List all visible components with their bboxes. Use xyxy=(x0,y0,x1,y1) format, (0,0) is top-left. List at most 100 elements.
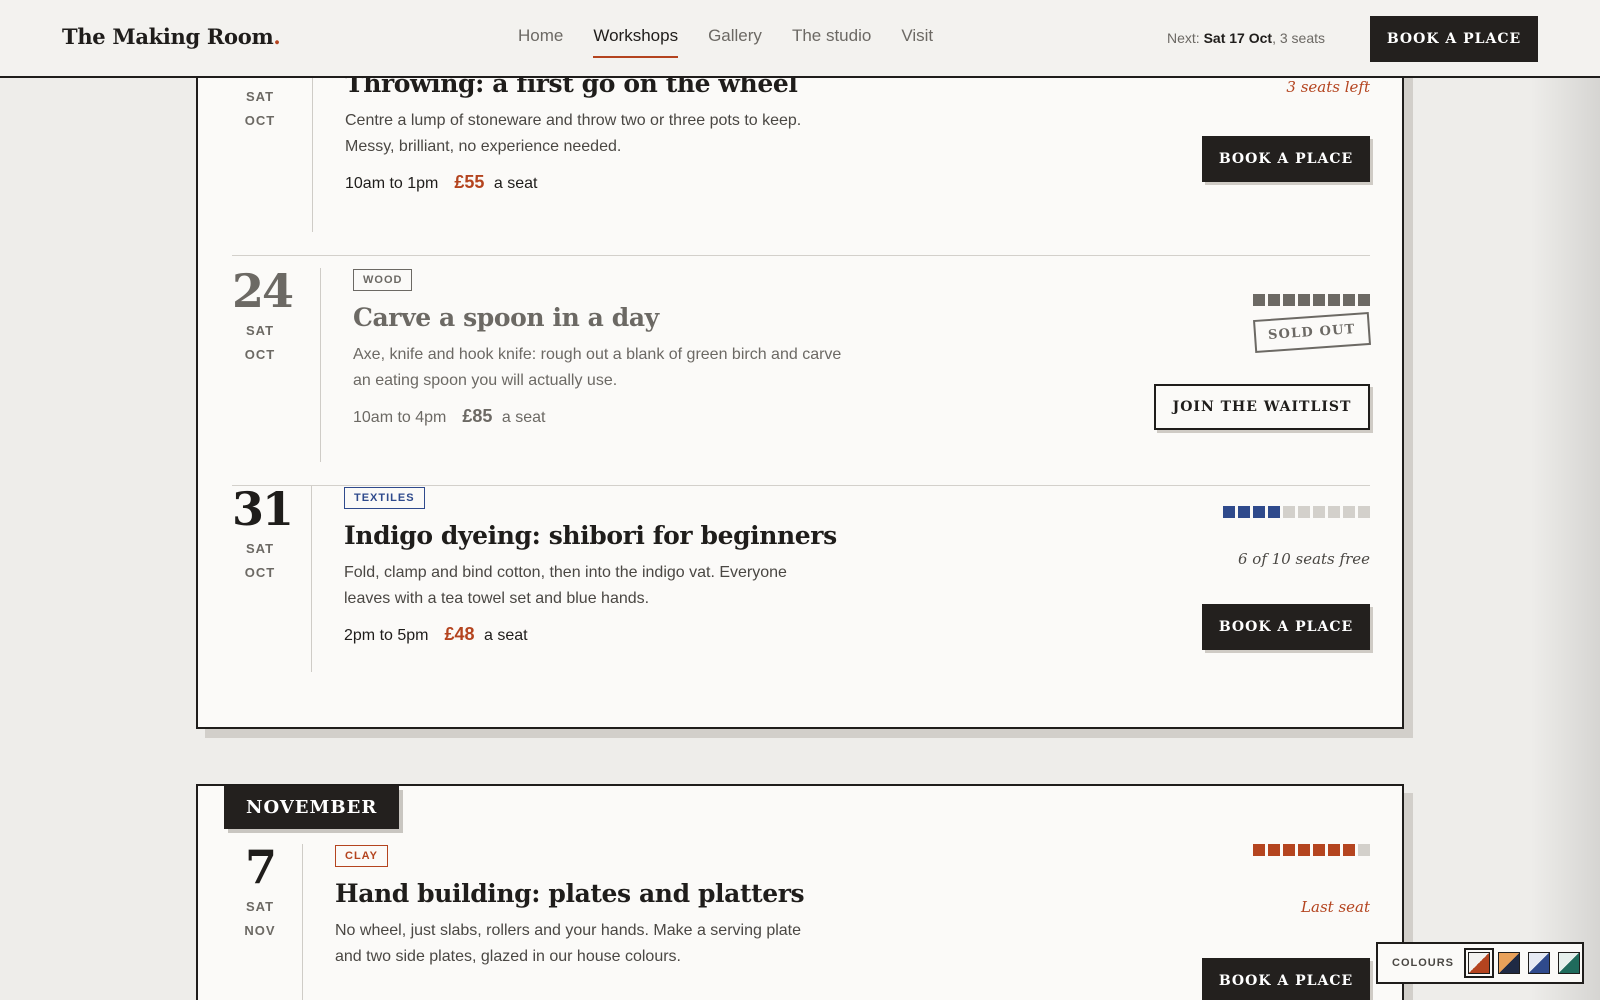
date-month: OCT xyxy=(244,565,276,580)
date-day: 24 xyxy=(232,264,294,318)
book-place-button[interactable]: Book a place xyxy=(1202,958,1370,1000)
seat-taken xyxy=(1253,506,1265,518)
seat-free xyxy=(1298,506,1310,518)
join-waitlist-button[interactable]: JOIN THE WAITLIST xyxy=(1154,384,1370,430)
nav-visit[interactable]: Visit xyxy=(901,26,933,58)
seat-taken xyxy=(1268,844,1280,856)
workshop-row: 31 SAT OCT TEXTILES Indigo dyeing: shibori f… xyxy=(232,486,1370,696)
date-divider xyxy=(320,268,321,462)
seat-taken xyxy=(1343,844,1355,856)
seat-free xyxy=(1358,506,1370,518)
workshop-details: TEXTILES Indigo dyeing: shibori for begin… xyxy=(344,486,837,645)
workshop-meta: 10am to 4pm £85 a seat xyxy=(353,406,843,427)
date-divider xyxy=(302,844,303,1000)
date-weekday: SAT xyxy=(245,541,275,556)
brand-dot: . xyxy=(273,24,281,49)
workshop-title[interactable]: Carve a spoon in a day xyxy=(353,303,843,332)
workshop-price-group: £48 a seat xyxy=(444,624,527,645)
workshop-time: 2pm to 5pm xyxy=(344,627,429,644)
workshop-date: 7 SAT NOV xyxy=(232,844,288,938)
workshop-title[interactable]: Indigo dyeing: shibori for beginners xyxy=(344,521,837,550)
seat-taken xyxy=(1238,506,1250,518)
seat-availability-meter xyxy=(1253,294,1370,306)
nav-the-studio[interactable]: The studio xyxy=(792,26,871,58)
colour-swatch-4[interactable] xyxy=(1558,952,1580,974)
top-navigation-bar: The Making Room. Home Workshops Gallery The… xyxy=(0,0,1600,78)
colour-swatch-1[interactable] xyxy=(1464,948,1494,978)
seat-taken xyxy=(1358,294,1370,306)
nav-gallery[interactable]: Gallery xyxy=(708,26,762,58)
category-tag[interactable]: TEXTILES xyxy=(344,487,425,509)
workshop-description: Axe, knife and hook knife: rough out a b… xyxy=(353,346,842,389)
seat-taken xyxy=(1253,294,1265,306)
date-weekday: SAT xyxy=(245,899,275,914)
date-month: OCT xyxy=(244,347,276,362)
seat-taken xyxy=(1268,294,1280,306)
workshop-meta: 10am to 1pm £55 a seat xyxy=(345,172,835,193)
seat-taken xyxy=(1298,294,1310,306)
workshop-date: 31 SAT OCT xyxy=(232,482,294,580)
month-label: NOVEMBER xyxy=(224,786,400,829)
workshop-meta: 2pm to 5pm £48 a seat xyxy=(344,624,837,645)
brand-logo[interactable]: The Making Room. xyxy=(62,24,281,49)
workshop-price: £55 xyxy=(454,172,485,192)
workshop-description: No wheel, just slabs, rollers and your h… xyxy=(335,922,802,965)
colour-swatch-3[interactable] xyxy=(1528,952,1550,974)
date-day: 7 xyxy=(244,840,277,894)
seat-taken xyxy=(1268,506,1280,518)
seat-taken xyxy=(1283,294,1295,306)
workshop-row: 24 SAT OCT WOOD Carve a spoon in a day Axe, k… xyxy=(232,264,1372,486)
date-weekday: SAT xyxy=(245,89,275,104)
workshop-price-group: £55 a seat xyxy=(454,172,537,193)
colour-swatch-2[interactable] xyxy=(1498,952,1520,974)
next-prefix: Next: xyxy=(1167,30,1200,46)
seat-free xyxy=(1358,844,1370,856)
sold-out-stamp: SOLD OUT xyxy=(1253,312,1372,353)
workshop-time: 10am to 1pm xyxy=(345,175,439,192)
workshop-details: WOOD Carve a spoon in a day Axe, knife and… xyxy=(353,268,843,427)
seat-taken xyxy=(1283,844,1295,856)
price-suffix: a seat xyxy=(479,627,528,644)
date-month: OCT xyxy=(244,113,276,128)
workshop-description: Fold, clamp and bind cotton, then into t… xyxy=(344,564,787,607)
seat-free xyxy=(1313,506,1325,518)
book-place-button[interactable]: Book a place xyxy=(1202,136,1370,182)
seat-availability-meter xyxy=(1253,844,1370,856)
seat-taken xyxy=(1313,844,1325,856)
seat-availability-meter xyxy=(1223,506,1370,518)
workshop-price-group: £85 a seat xyxy=(462,406,545,427)
booking-panel: SOLD OUT JOIN THE WAITLIST xyxy=(1070,268,1372,485)
booking-panel: 6 of 10 seats free Book a place xyxy=(1070,486,1370,696)
price-suffix: a seat xyxy=(489,175,538,192)
workshop-details: CLAY Hand building: plates and platters No… xyxy=(335,844,825,970)
nav-home[interactable]: Home xyxy=(518,26,563,58)
workshop-time: 10am to 4pm xyxy=(353,409,447,426)
book-place-button[interactable]: Book a place xyxy=(1202,604,1370,650)
nav-workshops[interactable]: Workshops xyxy=(593,26,679,58)
workshop-row: 7 SAT NOV CLAY Hand building: plates and pla… xyxy=(232,844,1370,1000)
november-workshops-card: NOVEMBER 7 SAT NOV CLAY Hand building: plate… xyxy=(196,784,1404,1000)
seats-remaining: 6 of 10 seats free xyxy=(1237,550,1370,568)
seat-taken xyxy=(1223,506,1235,518)
date-day: 31 xyxy=(232,482,294,536)
seat-taken xyxy=(1328,294,1340,306)
workshop-title[interactable]: Hand building: plates and platters xyxy=(335,879,825,908)
category-tag[interactable]: CLAY xyxy=(335,845,388,867)
category-tag[interactable]: WOOD xyxy=(353,269,413,291)
brand-name: The Making Room xyxy=(62,24,274,49)
header-book-button[interactable]: Book a place xyxy=(1370,16,1538,62)
colour-theme-switcher: COLOURS xyxy=(1376,942,1584,984)
october-workshops-card: 17SATOCTCLAYThrowing: a first go on the … xyxy=(196,20,1404,729)
seat-taken xyxy=(1298,844,1310,856)
workshop-date: 24 SAT OCT xyxy=(232,264,294,362)
workshop-price: £85 xyxy=(462,406,493,426)
workshop-price: £48 xyxy=(444,624,475,644)
price-suffix: a seat xyxy=(497,409,546,426)
next-seats: 3 seats xyxy=(1279,30,1325,46)
seat-taken xyxy=(1253,844,1265,856)
date-divider xyxy=(311,486,312,672)
workshop-description: Centre a lump of stoneware and throw two… xyxy=(345,112,802,155)
next-workshop-info: Next: Sat 17 Oct, 3 seats xyxy=(1167,30,1325,46)
date-month: NOV xyxy=(244,923,276,938)
seat-free xyxy=(1328,506,1340,518)
